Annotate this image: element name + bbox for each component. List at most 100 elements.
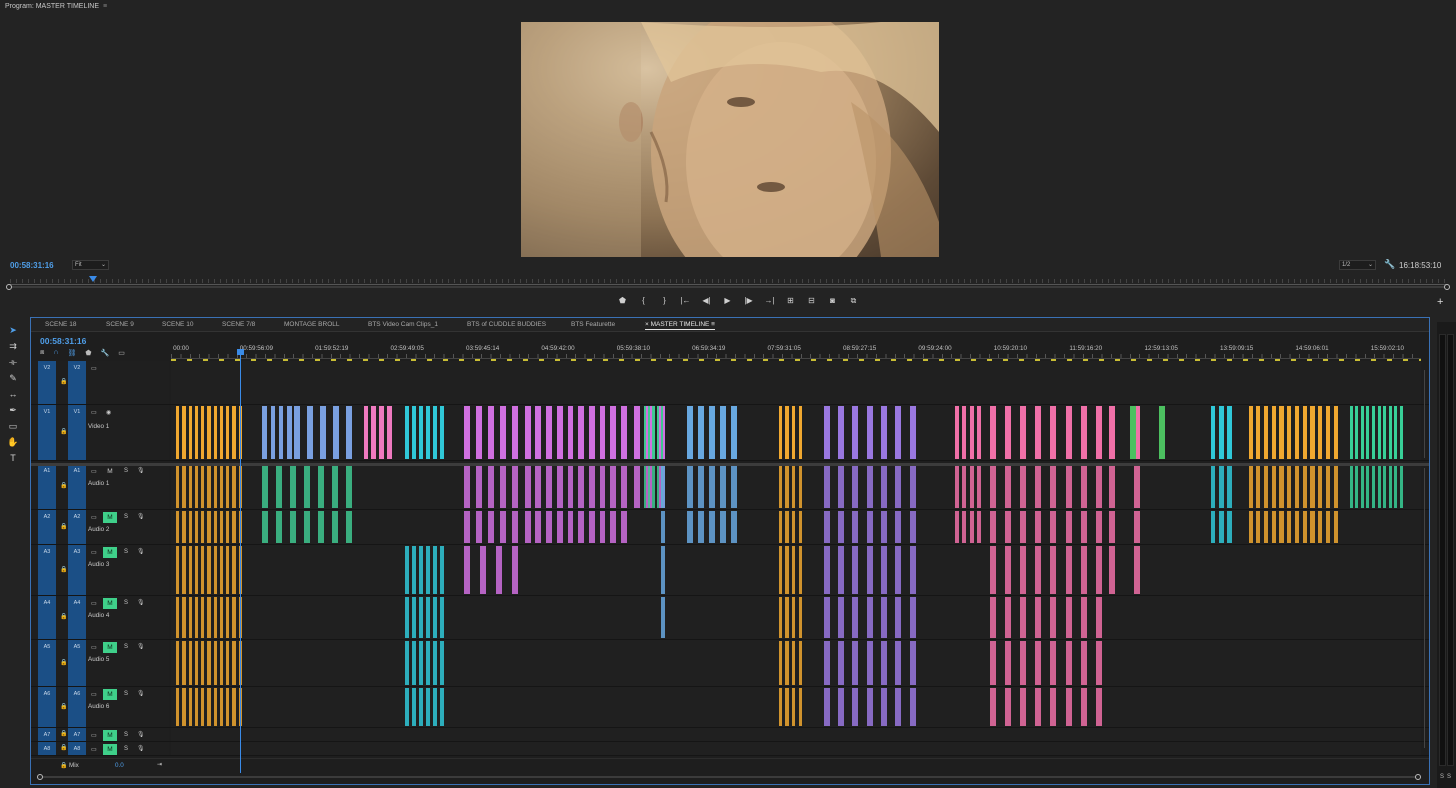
voice-over-record-icon[interactable]: 🎙 bbox=[137, 513, 145, 520]
mute-button[interactable]: M bbox=[103, 689, 117, 700]
clip[interactable] bbox=[226, 511, 230, 543]
audio-tracks-scrollbar[interactable] bbox=[1419, 468, 1425, 748]
clip[interactable] bbox=[182, 688, 186, 726]
clip[interactable] bbox=[962, 465, 967, 508]
clip[interactable] bbox=[1133, 546, 1140, 594]
voice-over-record-icon[interactable]: 🎙 bbox=[137, 599, 145, 606]
track-lane[interactable] bbox=[171, 687, 1421, 727]
clip[interactable] bbox=[837, 641, 844, 685]
clip[interactable] bbox=[578, 406, 585, 459]
clip[interactable] bbox=[1080, 641, 1087, 685]
scroll-handle-right[interactable] bbox=[1415, 774, 1421, 780]
clip[interactable] bbox=[425, 406, 430, 459]
tab-master-timeline[interactable]: × MASTER TIMELINE ≡ bbox=[645, 321, 715, 330]
clip[interactable] bbox=[1371, 406, 1376, 459]
clip[interactable] bbox=[404, 688, 409, 726]
clip[interactable] bbox=[791, 597, 796, 638]
clip[interactable] bbox=[439, 641, 444, 685]
clip[interactable] bbox=[319, 406, 326, 459]
clip[interactable] bbox=[1318, 465, 1323, 508]
clip[interactable] bbox=[989, 546, 996, 594]
clip[interactable] bbox=[1302, 406, 1307, 459]
clip[interactable] bbox=[798, 688, 803, 726]
clip[interactable] bbox=[1080, 511, 1087, 543]
clip[interactable] bbox=[1279, 406, 1284, 459]
clip[interactable] bbox=[837, 406, 844, 459]
mark-in-icon[interactable]: { bbox=[633, 296, 654, 306]
clip[interactable] bbox=[866, 688, 873, 726]
clip[interactable] bbox=[207, 546, 211, 594]
clip[interactable] bbox=[194, 688, 199, 726]
clip[interactable] bbox=[270, 406, 276, 459]
clip[interactable] bbox=[1004, 465, 1011, 508]
timeline-ruler[interactable]: 00:00 00:59:56:09 01:59:52:19 02:59:49:05 03… bbox=[171, 343, 1421, 359]
clip[interactable] bbox=[1050, 688, 1057, 726]
clip[interactable] bbox=[954, 511, 959, 543]
clip[interactable] bbox=[895, 641, 902, 685]
clip[interactable] bbox=[633, 465, 640, 508]
clip[interactable] bbox=[578, 465, 585, 508]
clip[interactable] bbox=[687, 465, 694, 508]
selection-tool-icon[interactable]: ➤ bbox=[3, 322, 23, 338]
clip[interactable] bbox=[866, 511, 873, 543]
clip[interactable] bbox=[852, 688, 859, 726]
clip[interactable] bbox=[588, 406, 595, 459]
linked-selection-icon[interactable]: ⛓ bbox=[67, 349, 76, 359]
clip[interactable] bbox=[1349, 406, 1353, 459]
clip[interactable] bbox=[500, 511, 507, 543]
clip[interactable] bbox=[226, 546, 230, 594]
clip[interactable] bbox=[1035, 406, 1042, 459]
clip[interactable] bbox=[1355, 465, 1359, 508]
clip[interactable] bbox=[1096, 511, 1102, 543]
clip[interactable] bbox=[837, 688, 844, 726]
clip[interactable] bbox=[176, 511, 180, 543]
clip[interactable] bbox=[463, 546, 470, 594]
clip[interactable] bbox=[969, 465, 974, 508]
clip[interactable] bbox=[188, 597, 192, 638]
clip[interactable] bbox=[881, 641, 887, 685]
voice-over-record-icon[interactable]: 🎙 bbox=[137, 731, 145, 738]
clip[interactable] bbox=[219, 597, 224, 638]
captions-icon[interactable]: ▭ bbox=[118, 349, 125, 359]
clip[interactable] bbox=[411, 546, 416, 594]
clip[interactable] bbox=[213, 511, 217, 543]
clip[interactable] bbox=[969, 406, 974, 459]
tab-scene-10[interactable]: SCENE 10 bbox=[162, 321, 193, 328]
clip[interactable] bbox=[262, 406, 267, 459]
clip[interactable] bbox=[1263, 511, 1269, 543]
program-playhead[interactable] bbox=[89, 276, 97, 282]
clip[interactable] bbox=[332, 511, 339, 543]
clip[interactable] bbox=[512, 465, 519, 508]
go-to-in-icon[interactable]: |← bbox=[675, 296, 696, 306]
clip[interactable] bbox=[895, 465, 902, 508]
clip[interactable] bbox=[194, 597, 199, 638]
clip[interactable] bbox=[546, 465, 552, 508]
clip[interactable] bbox=[661, 511, 665, 543]
clip[interactable] bbox=[432, 641, 437, 685]
clip[interactable] bbox=[439, 688, 444, 726]
clip[interactable] bbox=[463, 406, 470, 459]
clip[interactable] bbox=[656, 465, 660, 508]
clip[interactable] bbox=[213, 597, 217, 638]
clip[interactable] bbox=[487, 406, 494, 459]
clip[interactable] bbox=[1399, 465, 1403, 508]
program-monitor-title[interactable]: Program: MASTER TIMELINE ≡ bbox=[5, 3, 107, 10]
clip[interactable] bbox=[439, 406, 444, 459]
clip[interactable] bbox=[1271, 511, 1276, 543]
mute-button[interactable]: M bbox=[103, 730, 117, 741]
clip[interactable] bbox=[1388, 406, 1392, 459]
go-to-end-icon[interactable]: ⇥ bbox=[157, 761, 162, 768]
tab-scene-9[interactable]: SCENE 9 bbox=[106, 321, 134, 328]
clip[interactable] bbox=[1020, 546, 1027, 594]
clip[interactable] bbox=[709, 511, 716, 543]
clip[interactable] bbox=[556, 511, 563, 543]
clip[interactable] bbox=[610, 406, 617, 459]
clip[interactable] bbox=[1004, 597, 1011, 638]
tab-bts-featurette[interactable]: BTS Featurette bbox=[571, 321, 615, 328]
clip[interactable] bbox=[1035, 688, 1042, 726]
clip[interactable] bbox=[432, 688, 437, 726]
export-frame-icon[interactable]: ◙ bbox=[822, 296, 843, 306]
lock-icon[interactable]: 🔒 bbox=[60, 730, 67, 737]
clip[interactable] bbox=[475, 406, 482, 459]
clip[interactable] bbox=[1211, 511, 1216, 543]
